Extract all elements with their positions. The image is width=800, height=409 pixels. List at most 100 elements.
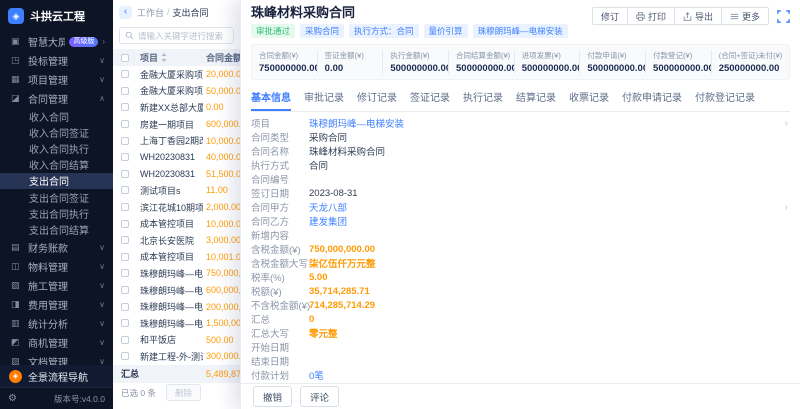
sidebar-menu: ▣ 智慧大屏 高级版 › ◳ 投标管理 ∨ ▦ 项目管理 ∨ ◪ 合同管理 ∧ … bbox=[0, 32, 113, 365]
version-bar: ⚙ 版本号:v4.0.0 bbox=[0, 387, 113, 409]
tab-approval-records[interactable]: 审批记录 bbox=[304, 86, 344, 111]
construction-icon: ▧ bbox=[11, 280, 22, 291]
gear-icon[interactable]: ⚙ bbox=[8, 393, 17, 404]
row-checkbox[interactable] bbox=[121, 170, 129, 178]
sidebar-item-smart-screen[interactable]: ▣ 智慧大屏 高级版 › bbox=[0, 32, 113, 51]
party-a-link[interactable]: 天龙八部 bbox=[309, 200, 347, 214]
list-item[interactable]: 珠穆朗玛峰—电梯...750,000,000.00 bbox=[113, 265, 240, 282]
sidebar-item-income-settlement[interactable]: 收入合同结算 bbox=[0, 157, 113, 173]
sidebar-item-finance[interactable]: ▤ 财务账款 ∨ bbox=[0, 238, 113, 257]
list-item[interactable]: 金融大厦采购项目50,000.00 bbox=[113, 83, 240, 100]
sort-icon[interactable] bbox=[161, 53, 167, 62]
row-checkbox[interactable] bbox=[121, 186, 129, 194]
sidebar-item-materials[interactable]: ◫ 物料管理 ∨ bbox=[0, 257, 113, 276]
stat-input-invoice: 进项发票(¥)500000000.00 bbox=[514, 50, 580, 74]
sidebar-item-documents[interactable]: ▨ 文档管理 ∨ bbox=[0, 352, 113, 366]
sidebar-item-projects[interactable]: ▦ 项目管理 ∨ bbox=[0, 70, 113, 89]
list-item[interactable]: 滨江花城10期项目-...2,000.00 bbox=[113, 199, 240, 216]
sidebar-item-expense-contract[interactable]: 支出合同 bbox=[0, 173, 113, 189]
tab-basic-info[interactable]: 基本信息 bbox=[251, 86, 291, 111]
tab-invoice-records[interactable]: 收票记录 bbox=[569, 86, 609, 111]
list-item[interactable]: 珠穆朗玛峰—电梯...1,500,000,000.00 bbox=[113, 315, 240, 332]
row-checkbox[interactable] bbox=[121, 203, 129, 211]
row-checkbox[interactable] bbox=[121, 336, 129, 344]
project-link[interactable]: 珠穆朗玛峰—电梯安装 bbox=[309, 116, 404, 130]
list-item[interactable]: 珠穆朗玛峰—电梯...200,000,000.00 bbox=[113, 298, 240, 315]
list-item[interactable]: 新建XX总部大厦工...0.00 bbox=[113, 99, 240, 116]
comment-button[interactable]: 评论 bbox=[300, 386, 339, 407]
row-checkbox[interactable] bbox=[121, 87, 129, 95]
tab-visa-records[interactable]: 签证记录 bbox=[410, 86, 450, 111]
breadcrumb-parent[interactable]: 工作台 bbox=[137, 6, 164, 19]
payment-plan-link[interactable]: 0笔 bbox=[309, 368, 324, 382]
row-checkbox[interactable] bbox=[121, 303, 129, 311]
select-all-checkbox[interactable] bbox=[121, 54, 129, 62]
project-name: 成本管控项目 bbox=[140, 250, 203, 263]
stat-execution-amount: 执行金额(¥)500000000.00 bbox=[382, 50, 448, 74]
sidebar-item-income-execution[interactable]: 收入合同执行 bbox=[0, 140, 113, 156]
sidebar-item-income-visa[interactable]: 收入合同签证 bbox=[0, 124, 113, 140]
sidebar-item-analytics[interactable]: ▥ 统计分析 ∨ bbox=[0, 314, 113, 333]
row-checkbox[interactable] bbox=[121, 253, 129, 261]
row-checkbox[interactable] bbox=[121, 103, 129, 111]
sidebar-item-construction[interactable]: ▧ 施工管理 ∨ bbox=[0, 276, 113, 295]
list-item[interactable]: 和平饭店500.00 bbox=[113, 332, 240, 349]
contract-type-badge: 采购合同 bbox=[300, 24, 344, 38]
sidebar-item-opportunities[interactable]: ◩ 商机管理 ∨ bbox=[0, 333, 113, 352]
tab-execution-records[interactable]: 执行记录 bbox=[463, 86, 503, 111]
list-item[interactable]: 北京长安医院3,000.00 bbox=[113, 232, 240, 249]
search-icon bbox=[125, 31, 134, 40]
tab-payment-request-records[interactable]: 付款申请记录 bbox=[622, 86, 682, 111]
calc-mode-badge: 量价引算 bbox=[424, 24, 468, 38]
sidebar-item-process-navigator[interactable]: ◈ 全景流程导航 bbox=[0, 365, 113, 387]
sidebar-item-expense-settlement[interactable]: 支出合同结算 bbox=[0, 221, 113, 237]
row-checkbox[interactable] bbox=[121, 220, 129, 228]
sidebar-item-bidding[interactable]: ◳ 投标管理 ∨ bbox=[0, 51, 113, 70]
tab-payment-register-records[interactable]: 付款登记记录 bbox=[695, 86, 755, 111]
app-logo[interactable]: ◈ 斗拱云工程 bbox=[0, 0, 113, 32]
list-item[interactable]: WH2023083140,000.00 bbox=[113, 149, 240, 166]
chevron-right-icon[interactable]: › bbox=[785, 202, 788, 213]
sidebar-item-income-contract[interactable]: 收入合同 bbox=[0, 108, 113, 124]
screen-icon: ▣ bbox=[11, 36, 22, 47]
row-checkbox[interactable] bbox=[121, 70, 129, 78]
row-checkbox[interactable] bbox=[121, 286, 129, 294]
contract-amount: 50,000.00 bbox=[206, 86, 240, 96]
party-b-link[interactable]: 建发集团 bbox=[309, 214, 347, 228]
list-item[interactable]: 测试项目s11.00 bbox=[113, 182, 240, 199]
tab-settlement-records[interactable]: 结算记录 bbox=[516, 86, 556, 111]
sidebar-item-contracts[interactable]: ◪ 合同管理 ∧ bbox=[0, 89, 113, 108]
list-item[interactable]: 房建一期项目600,000.00 bbox=[113, 116, 240, 133]
row-checkbox[interactable] bbox=[121, 269, 129, 277]
list-item[interactable]: 成本管控项目10,001.00 bbox=[113, 249, 240, 266]
print-button[interactable]: 打印 bbox=[627, 7, 675, 25]
revise-button[interactable]: 修订 bbox=[592, 7, 628, 25]
list-item[interactable]: 上海丁香园2期改造...10,000.00 bbox=[113, 132, 240, 149]
row-checkbox[interactable] bbox=[121, 120, 129, 128]
list-item[interactable]: 新建工程-外-测试300,000.00 bbox=[113, 348, 240, 365]
export-button[interactable]: 导出 bbox=[674, 7, 722, 25]
row-checkbox[interactable] bbox=[121, 352, 129, 360]
sidebar-item-expenses[interactable]: ◨ 费用管理 ∨ bbox=[0, 295, 113, 314]
sidebar-item-expense-execution[interactable]: 支出合同执行 bbox=[0, 205, 113, 221]
tab-revision-records[interactable]: 修订记录 bbox=[357, 86, 397, 111]
row-checkbox[interactable] bbox=[121, 319, 129, 327]
list-item[interactable]: 珠穆朗玛峰—电梯...600,000,000.00 bbox=[113, 282, 240, 299]
chevron-right-icon[interactable]: › bbox=[785, 118, 788, 129]
search-input[interactable]: 请输入关键字进行搜索 bbox=[119, 27, 234, 44]
chevron-down-icon: ∨ bbox=[99, 262, 105, 271]
revoke-button[interactable]: 撤销 bbox=[253, 386, 292, 407]
version-text: 版本号:v4.0.0 bbox=[54, 393, 105, 405]
fullscreen-icon[interactable] bbox=[777, 10, 790, 23]
list-item[interactable]: 成本管控项目10,000.00 bbox=[113, 215, 240, 232]
sidebar-item-expense-visa[interactable]: 支出合同签证 bbox=[0, 189, 113, 205]
more-button[interactable]: 更多 bbox=[721, 7, 769, 25]
list-item[interactable]: 金融大厦采购项目20,000.00 bbox=[113, 66, 240, 83]
printer-icon bbox=[636, 12, 645, 21]
row-checkbox[interactable] bbox=[121, 153, 129, 161]
row-checkbox[interactable] bbox=[121, 236, 129, 244]
delete-button[interactable]: 删除 bbox=[166, 384, 201, 401]
list-item[interactable]: WH2023083151,500.00 bbox=[113, 166, 240, 183]
back-button[interactable]: ‹ bbox=[119, 6, 132, 19]
row-checkbox[interactable] bbox=[121, 137, 129, 145]
